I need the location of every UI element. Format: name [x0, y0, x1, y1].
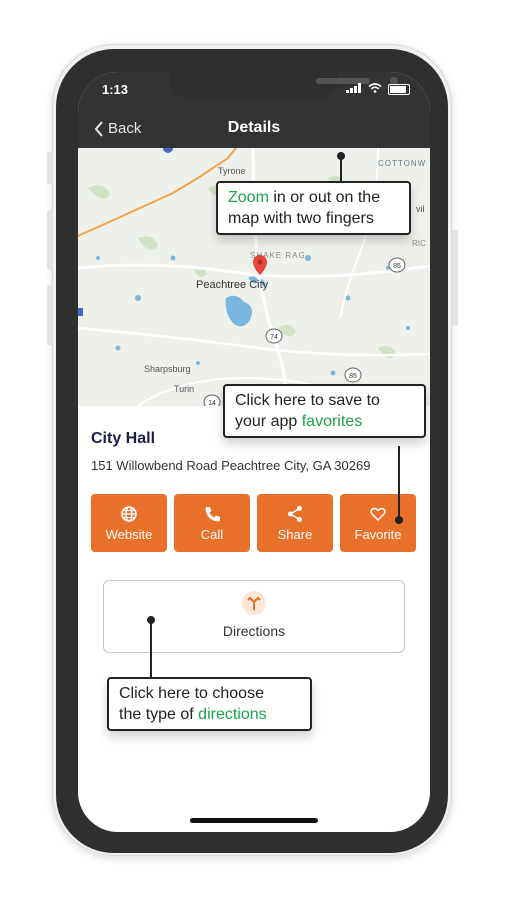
heart-icon — [370, 507, 386, 522]
directions-label: Directions — [222, 623, 286, 639]
share-icon — [288, 506, 302, 522]
share-label: Share — [277, 527, 313, 542]
map-label-cottonwood: COTTONW — [378, 159, 426, 168]
phone-icon — [205, 507, 220, 522]
page-title: Details — [227, 119, 281, 136]
favorites-callout-prefix: your app — [235, 413, 302, 430]
directions-callout-line1: Click here to choose — [119, 685, 264, 702]
signal-icon — [346, 82, 362, 96]
status-time: 1:13 — [102, 82, 129, 97]
website-button[interactable]: Website — [91, 494, 167, 552]
road-74-shield: 74 — [265, 328, 283, 344]
directions-icon — [242, 591, 266, 615]
zoom-callout-highlight: Zoom — [228, 189, 269, 206]
zoom-callout: Zoom in or out on the map with two finge… — [216, 181, 411, 235]
map-label-sharpsburg: Sharpsburg — [144, 364, 191, 374]
favorite-label: Favorite — [354, 527, 402, 542]
navigation-bar: 1:13 Back Details — [78, 72, 430, 148]
map-label-peachtree-city: Peachtree City — [196, 279, 269, 291]
favorite-button[interactable]: Favorite — [340, 494, 416, 552]
wifi-icon — [368, 82, 382, 96]
svg-text:85: 85 — [393, 263, 401, 270]
svg-text:85: 85 — [349, 373, 357, 380]
directions-callout-pointer — [150, 620, 152, 678]
directions-callout-prefix: the type of — [119, 706, 199, 723]
svg-text:74: 74 — [270, 334, 278, 341]
favorites-callout-line1: Click here to save to — [235, 392, 380, 409]
road-14-shield: 14 — [203, 394, 221, 406]
globe-icon — [121, 506, 137, 522]
map-label-ric: RIC — [412, 239, 426, 248]
map-label-turin: Turin — [174, 384, 194, 394]
road-85-shield-a: 85 — [388, 257, 406, 273]
place-address: 151 Willowbend Road Peachtree City, GA 3… — [91, 458, 371, 473]
side-button-volume-up — [47, 210, 53, 270]
road-85-shield-b: 85 — [344, 367, 362, 383]
call-button[interactable]: Call — [174, 494, 250, 552]
notch — [170, 72, 398, 98]
place-name: City Hall — [91, 430, 156, 447]
side-button-mute — [47, 152, 53, 184]
map-label-tyrone: Tyrone — [218, 166, 246, 176]
call-label: Call — [200, 527, 224, 542]
share-button[interactable]: Share — [257, 494, 333, 552]
svg-text:14: 14 — [208, 400, 216, 406]
zoom-callout-dot — [337, 152, 345, 160]
favorites-callout-pointer — [398, 446, 400, 520]
website-label: Website — [105, 527, 153, 542]
side-button-volume-down — [47, 285, 53, 345]
status-icons — [346, 82, 410, 96]
directions-callout-highlight: directions — [198, 706, 267, 723]
battery-icon — [388, 83, 410, 95]
map-label-vil: vil — [416, 204, 425, 214]
directions-callout: Click here to choose the type of directi… — [107, 677, 312, 731]
favorites-callout: Click here to save to your app favorites — [223, 384, 426, 438]
zoom-callout-line2: map with two fingers — [228, 210, 374, 227]
zoom-callout-text: in or out on the — [268, 189, 381, 206]
favorites-callout-highlight: favorites — [301, 413, 363, 430]
home-indicator — [190, 818, 318, 823]
favorites-callout-dot — [395, 516, 403, 524]
side-button-power — [452, 230, 458, 326]
